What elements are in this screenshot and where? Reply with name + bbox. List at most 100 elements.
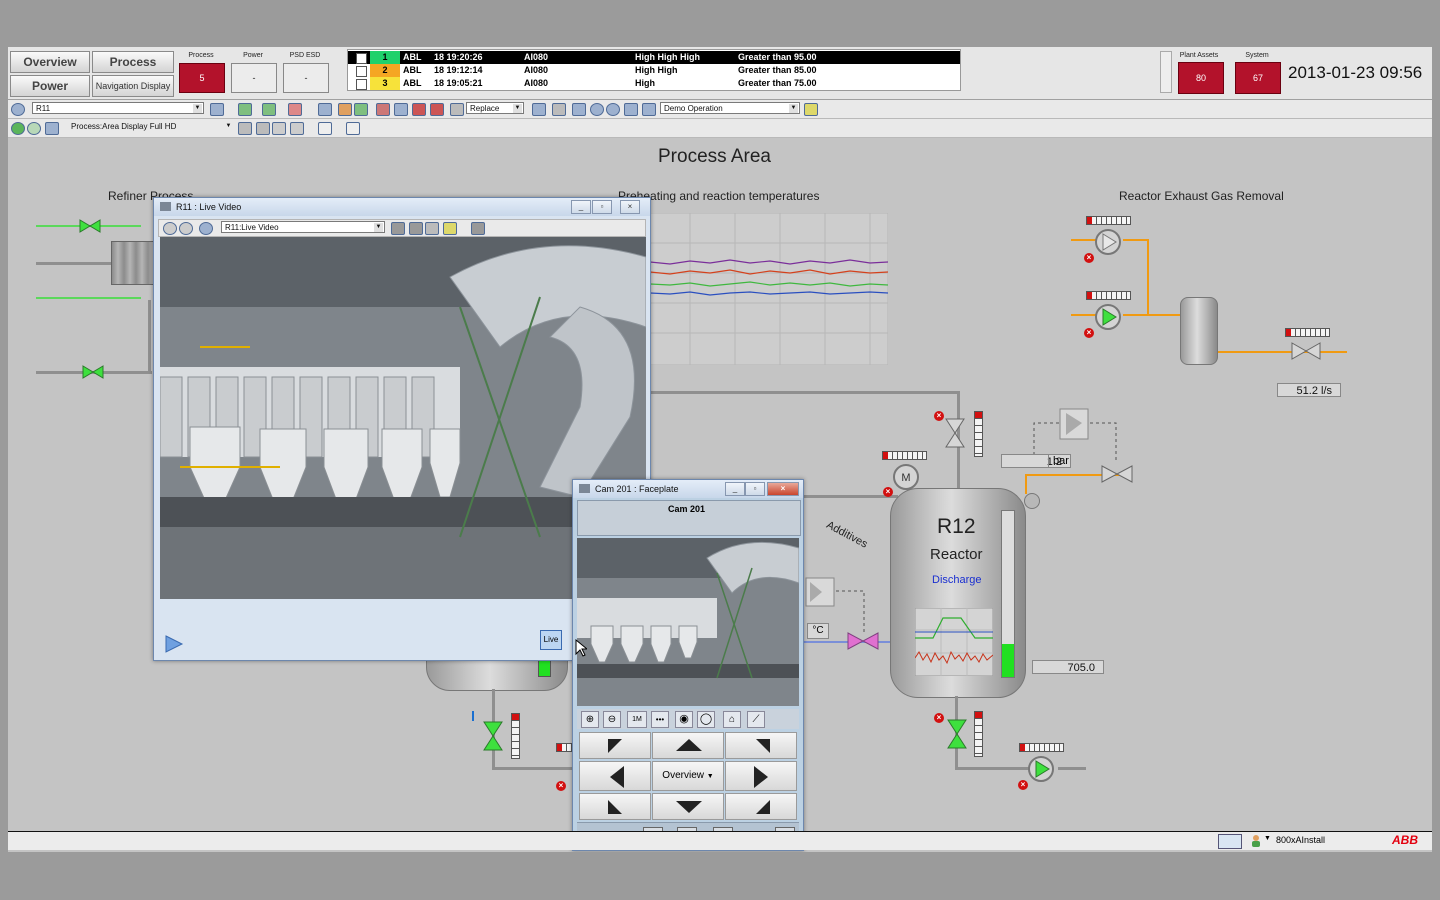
workplace-combo[interactable]: Demo Operation ▼ [660,102,800,114]
iris-icon[interactable]: ◉ [675,711,693,728]
forward-icon[interactable] [27,122,41,135]
valve-icon[interactable] [482,720,504,752]
object-icon[interactable] [199,222,213,235]
process-button[interactable]: Process [92,51,174,73]
pump-icon[interactable] [1094,228,1122,256]
more-icon[interactable]: ••• [651,711,669,728]
motor-icon[interactable]: M [892,463,920,491]
flow-readout[interactable]: 51.2 l/s [1277,383,1341,397]
page-icon[interactable] [318,122,332,135]
graphic-icon[interactable] [262,103,276,116]
video-path-combo[interactable]: R11:Live Video ▼ [221,221,385,233]
close-display-icon[interactable] [624,103,638,116]
tool-icon[interactable] [290,122,304,135]
object-combo[interactable]: R11 ▼ [32,102,204,114]
maximize-button[interactable]: ▫ [592,200,612,214]
exhaust-tank[interactable] [1180,297,1218,365]
window-icon[interactable] [532,103,546,116]
valve-icon[interactable] [81,365,105,379]
status-system[interactable]: 67 [1235,62,1281,94]
object-icon[interactable] [11,103,25,116]
screen-icon[interactable] [642,103,656,116]
temperature-trend-chart[interactable] [650,213,888,365]
tool-icon[interactable] [256,122,270,135]
minimize-button[interactable]: _ [725,482,745,496]
list-icon[interactable] [288,103,302,116]
valve-icon[interactable] [946,718,968,750]
stop-icon[interactable] [412,103,426,116]
zoom-level-button[interactable]: 1M [627,711,647,728]
help-icon[interactable] [590,103,604,116]
alarm-row[interactable]: 3 ABL 18 19:05:21 AI080 High Greater tha… [348,77,960,90]
faceplate-window[interactable]: Cam 201 : Faceplate _ ▫ × Cam 201 ⊕ ⊖ 1M [572,479,804,851]
display-type-icon[interactable] [45,122,59,135]
tool-icon[interactable] [391,222,405,235]
tool-icon[interactable] [425,222,439,235]
reactor-mini-trend[interactable] [915,608,993,676]
close-button[interactable]: × [767,482,799,496]
document-icon[interactable] [346,122,360,135]
indicator-psd-esd[interactable]: - [283,63,329,93]
tool-icon[interactable] [409,222,423,235]
print-icon[interactable] [394,103,408,116]
user-icon[interactable] [1250,834,1262,847]
focus-icon[interactable]: ◯ [697,711,715,728]
tilt-down-button[interactable] [652,793,724,820]
reactor-readout[interactable]: 705.0 [1032,660,1104,674]
valve-icon[interactable] [944,417,966,449]
discharge-link[interactable]: Discharge [932,574,982,586]
pan-left-button[interactable] [579,761,651,791]
motor-valve-icon[interactable] [846,630,880,652]
chevron-down-icon[interactable]: ▼ [789,104,798,113]
pan-down-right-button[interactable] [725,793,797,820]
alarm-list-scrollbar[interactable] [1160,51,1172,93]
back-icon[interactable] [11,122,25,135]
pump-icon[interactable] [1094,303,1122,331]
indicator-power[interactable]: - [231,63,277,93]
chevron-down-icon[interactable]: ▼ [224,122,233,131]
trend-icon[interactable] [238,103,252,116]
power-button[interactable]: Power [10,75,90,97]
play-icon[interactable] [164,634,184,654]
refiner-unit[interactable] [111,241,158,285]
pan-up-right-button[interactable] [725,732,797,759]
ack-checkbox[interactable] [356,66,367,77]
tool-icon[interactable] [238,122,252,135]
zoom-in-icon[interactable]: ⊕ [581,711,599,728]
navigation-display-button[interactable]: Navigation Display [92,75,174,97]
pan-right-button[interactable] [725,761,797,791]
alarm-row[interactable]: 1 ABL 18 19:20:26 AI080 High High High G… [348,51,960,64]
replace-combo[interactable]: Replace ▼ [466,102,524,114]
tilt-up-button[interactable] [652,732,724,759]
display-combo[interactable]: Process:Area Display Full HD ▼ [68,121,234,133]
tool-icon[interactable] [443,222,457,235]
ack-checkbox[interactable] [356,79,367,90]
layout-icon[interactable] [572,103,586,116]
tool-icon[interactable] [471,222,485,235]
record-icon[interactable] [430,103,444,116]
event-list-icon[interactable] [354,103,368,116]
pump-icon[interactable] [1027,755,1055,783]
back-icon[interactable] [163,222,177,235]
info-icon[interactable] [606,103,620,116]
dosing-icon[interactable] [804,576,836,608]
chevron-down-icon[interactable]: ▼ [193,104,202,113]
overview-button[interactable]: Overview [10,51,90,73]
message-icon[interactable] [1218,834,1242,849]
maximize-button[interactable]: ▫ [745,482,765,496]
motor-valve-icon[interactable] [1100,463,1134,485]
chevron-down-icon[interactable]: ▼ [707,773,714,780]
tool-icon[interactable] [272,122,286,135]
wiper-icon[interactable]: ⌂ [723,711,741,728]
pan-down-left-button[interactable] [579,793,651,820]
valve-icon[interactable] [78,219,102,233]
tilt-icon[interactable]: ⟋ [747,711,765,728]
live-button[interactable]: Live [540,630,562,650]
status-plant-assets[interactable]: 80 [1178,62,1224,94]
lock-icon[interactable] [552,103,566,116]
close-button[interactable]: × [620,200,640,214]
cut-icon[interactable] [450,103,464,116]
chevron-down-icon[interactable]: ▼ [1264,835,1271,842]
alarm-row[interactable]: 2 ABL 18 19:12:14 AI080 High High Greate… [348,64,960,77]
camera-preview[interactable] [577,538,799,706]
